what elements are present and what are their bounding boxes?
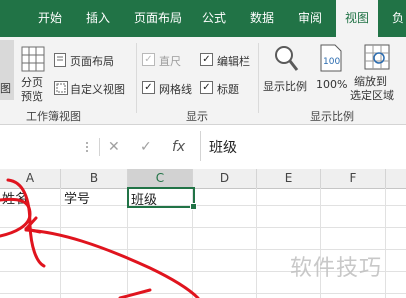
watermark: 软件技巧 [290,256,383,281]
